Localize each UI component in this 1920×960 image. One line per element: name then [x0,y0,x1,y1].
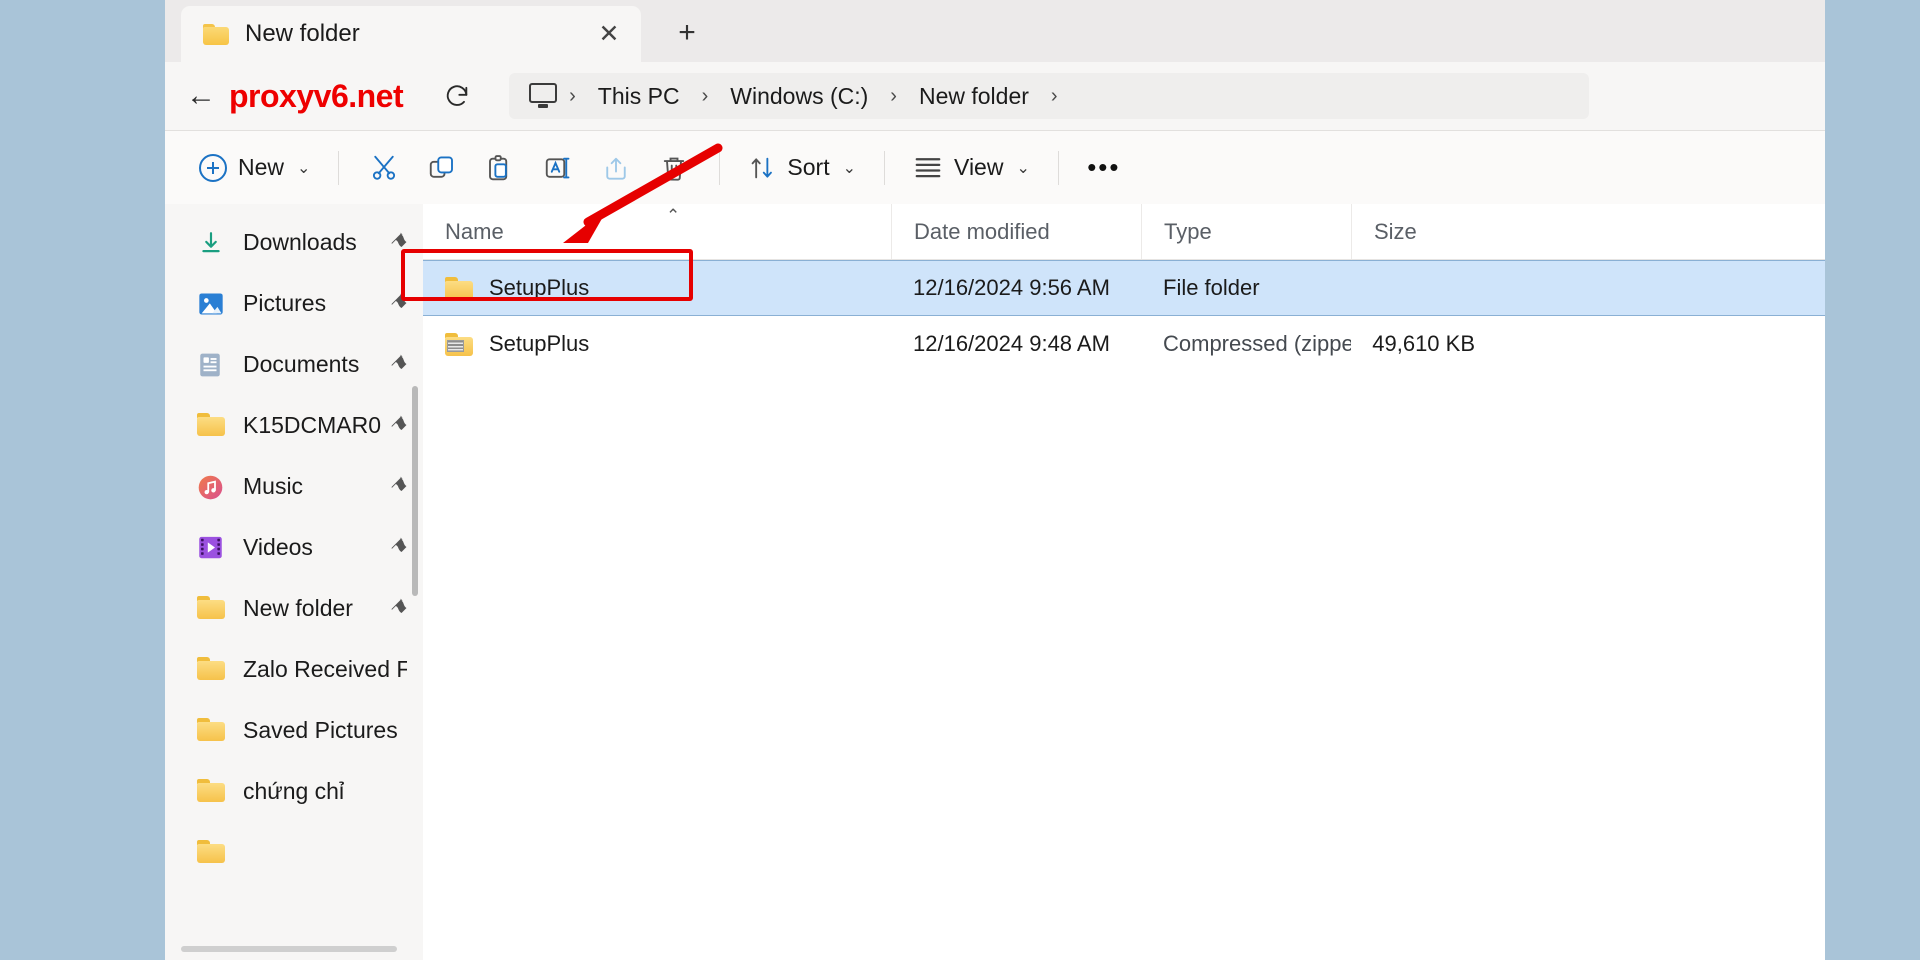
breadcrumb[interactable]: › This PC › Windows (C:) › New folder › [509,73,1590,119]
music-icon [197,474,225,500]
sidebar-item-documents[interactable]: Documents ⚑ [171,334,417,395]
breadcrumb-item-this-pc[interactable]: This PC [588,79,690,114]
sidebar-item-label: Pictures [243,290,327,316]
sidebar-item-label: Documents [243,351,360,377]
paste-button[interactable] [471,144,529,192]
tab-strip: New folder ✕ + [165,0,1825,62]
watermark-text: proxyv6.net [229,77,404,114]
file-name-cell[interactable]: SetupPlus [423,331,891,357]
close-icon[interactable]: ✕ [591,16,627,52]
toolbar-divider-3 [884,150,886,185]
rename-button[interactable] [529,144,587,192]
new-button[interactable]: New ⌄ [187,144,322,192]
column-header-type[interactable]: Type [1141,204,1351,259]
file-name-text: SetupPlus [489,275,590,300]
refresh-icon[interactable] [433,74,481,118]
sidebar-item-label: Music [243,473,304,499]
sidebar-item-saved-pictures[interactable]: Saved Pictures [171,700,417,761]
file-name-text: SetupPlus [489,331,590,356]
folder-icon [203,23,229,45]
sidebar-item-label: Saved Pictures [243,717,398,743]
sidebar-item-unnamed[interactable] [171,822,417,883]
zip-folder-icon [445,332,473,356]
new-button-label: New [238,154,285,180]
cut-button[interactable] [355,144,413,192]
command-toolbar: New ⌄ Sort ⌄ View ⌄ ••• [165,130,1825,204]
sidebar-horizontal-scrollbar[interactable] [181,946,397,952]
sidebar-item-pictures[interactable]: Pictures ⚑ [171,273,417,334]
breadcrumb-separator-0: › [569,84,576,107]
chevron-down-icon: ⌄ [1016,159,1030,177]
column-header-row: ⌃ Name Date modified Type Size [423,204,1825,260]
file-date-cell: 12/16/2024 9:56 AM [913,275,1110,300]
sort-button[interactable]: Sort ⌄ [736,144,868,192]
breadcrumb-separator-2: › [890,84,897,107]
ellipsis-icon: ••• [1087,152,1121,182]
sort-button-label: Sort [787,154,830,180]
file-size-cell: 49,610 KB [1372,331,1475,356]
file-type-cell: Compressed (zipped)... [1163,331,1351,356]
sidebar-scrollbar-thumb[interactable] [412,386,418,596]
folder-icon [197,656,225,683]
toolbar-divider-2 [719,150,721,185]
see-more-button[interactable]: ••• [1075,144,1133,192]
tab-title: New folder [245,20,360,47]
sidebar-item-new-folder[interactable]: New folder ⚑ [171,578,417,639]
chevron-down-icon: ⌄ [842,159,857,177]
copy-button[interactable] [413,144,471,192]
breadcrumb-item-windows-c[interactable]: Windows (C:) [720,79,878,114]
table-row[interactable]: SetupPlus 12/16/2024 9:56 AM File folder [423,260,1825,316]
file-explorer-window: New folder ✕ + ← proxyv6.net › This PC ›… [165,0,1825,960]
pictures-icon [197,291,225,317]
sidebar-item-label: Videos [243,534,313,560]
view-button-label: View [954,154,1004,180]
share-button[interactable] [587,144,645,192]
sidebar-item-downloads[interactable]: Downloads ⚑ [171,212,417,273]
sidebar-item-label: chứng chỉ [243,778,345,804]
sidebar-item-k15dcmar0[interactable]: K15DCMAR0 ⚑ [171,395,417,456]
table-row[interactable]: SetupPlus 12/16/2024 9:48 AM Compressed … [423,316,1825,372]
folder-icon [197,595,225,622]
navigation-pane: Downloads ⚑ Pictures ⚑ Documents ⚑ K15DC… [165,204,423,960]
explorer-body: Downloads ⚑ Pictures ⚑ Documents ⚑ K15DC… [165,204,1825,960]
sidebar-item-videos[interactable]: Videos ⚑ [171,517,417,578]
navigation-bar: ← proxyv6.net › This PC › Windows (C:) ›… [165,62,1825,130]
sidebar-item-label: Downloads [243,229,357,255]
breadcrumb-item-new-folder[interactable]: New folder [909,79,1039,114]
toolbar-divider [338,150,340,185]
column-header-name[interactable]: Name [423,204,891,259]
sidebar-item-label: Zalo Received Fil [243,656,407,682]
documents-icon [197,352,225,378]
sidebar-item-zalo-received[interactable]: Zalo Received Fil [171,639,417,700]
view-button[interactable]: View ⌄ [901,144,1042,192]
file-type-cell: File folder [1163,275,1260,300]
videos-icon [197,535,225,561]
chevron-down-icon: ⌄ [297,159,311,177]
breadcrumb-separator-1: › [701,84,709,107]
column-header-size[interactable]: Size [1351,204,1501,259]
new-tab-icon[interactable]: + [667,14,707,52]
folder-icon [197,778,225,805]
file-list-pane: ⌃ Name Date modified Type Size SetupPlus… [423,204,1825,960]
tab-new-folder[interactable]: New folder ✕ [181,6,641,62]
column-header-date-modified[interactable]: Date modified [891,204,1141,259]
delete-button[interactable] [645,144,703,192]
back-icon[interactable]: ← [177,74,225,118]
plus-circle-icon [199,153,227,182]
folder-icon [197,412,225,439]
breadcrumb-separator-3: › [1050,84,1058,107]
sidebar-item-chung-chi[interactable]: chứng chỉ [171,761,417,822]
folder-icon [197,717,225,744]
this-pc-icon[interactable] [529,83,558,109]
sidebar-item-label: K15DCMAR0 [243,412,382,438]
sidebar-item-label: New folder [243,595,353,621]
folder-icon [197,839,225,866]
downloads-icon [197,230,225,256]
toolbar-divider-4 [1057,150,1059,185]
file-date-cell: 12/16/2024 9:48 AM [913,331,1110,356]
folder-icon [445,276,473,300]
sidebar-item-music[interactable]: Music ⚑ [171,456,417,517]
file-name-cell[interactable]: SetupPlus [423,275,891,301]
